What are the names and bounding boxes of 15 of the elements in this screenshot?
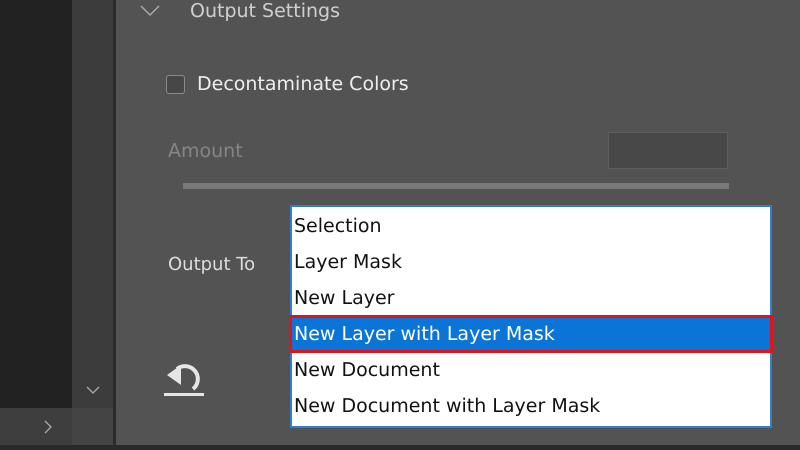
amount-slider-track[interactable] [183,183,729,189]
dropdown-option[interactable]: New Document with Layer Mask [292,388,770,424]
checkbox[interactable] [166,74,185,94]
chevron-down-icon[interactable] [140,5,160,17]
dropdown-option[interactable]: New Layer [292,280,770,316]
dropdown-option[interactable]: Selection [292,208,770,244]
output-to-label: Output To [168,254,256,275]
chevron-down-icon[interactable] [86,386,100,394]
dropdown-option[interactable]: Layer Mask [292,244,770,280]
dropdown-option[interactable]: New Document [292,352,770,388]
section-title[interactable]: Output Settings [190,0,340,22]
checkbox-label[interactable]: Decontaminate Colors [197,73,409,95]
dropdown-option[interactable]: New Layer with Layer Mask [290,316,772,352]
reset-icon[interactable] [163,361,205,397]
chevron-right-icon[interactable] [44,420,52,434]
